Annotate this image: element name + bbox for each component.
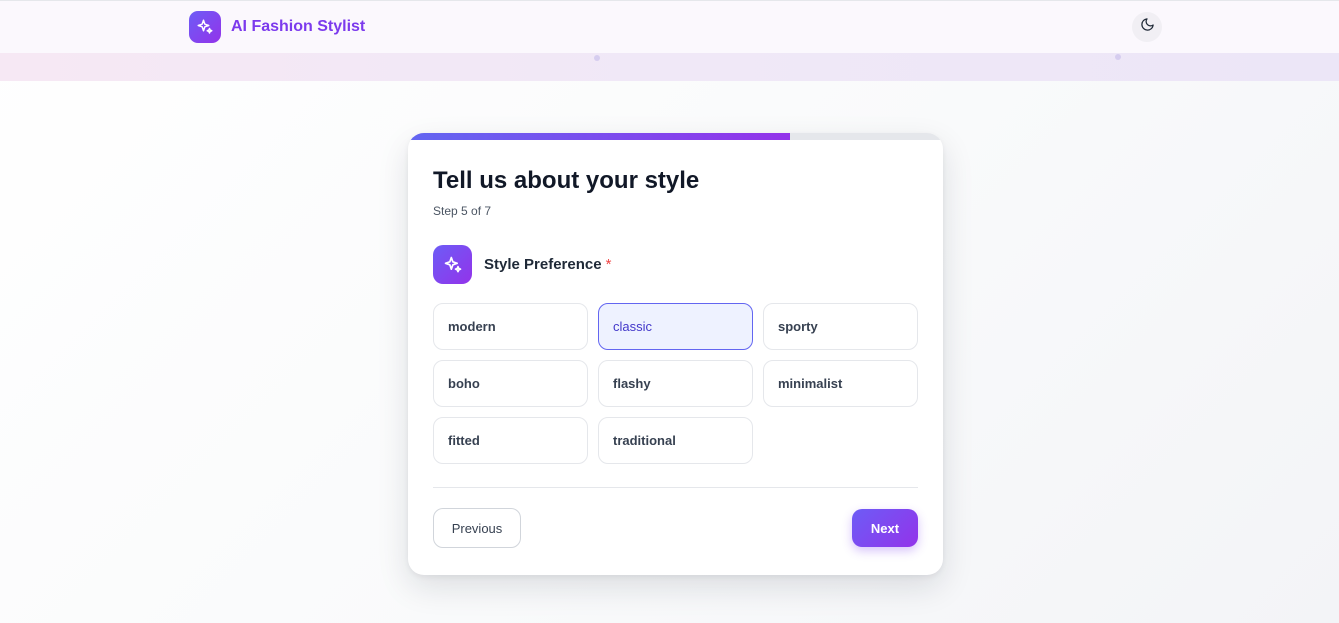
questionnaire-card: Tell us about your style Step 5 of 7 Sty…	[408, 133, 943, 575]
option-classic[interactable]: classic	[598, 303, 753, 350]
brand[interactable]: AI Fashion Stylist	[189, 11, 365, 43]
sparkles-icon	[433, 245, 472, 284]
option-modern[interactable]: modern	[433, 303, 588, 350]
question-label: Style Preference *	[484, 256, 611, 273]
page-title: Tell us about your style	[433, 167, 700, 194]
theme-toggle-button[interactable]	[1132, 12, 1162, 42]
divider	[433, 487, 918, 488]
option-boho[interactable]: boho	[433, 360, 588, 407]
progress-fill	[408, 133, 790, 140]
style-options: modern classic sporty boho flashy minima…	[433, 303, 918, 464]
required-marker: *	[605, 256, 612, 273]
decor-dot	[594, 55, 600, 61]
question-label-text: Style Preference	[484, 256, 602, 273]
option-traditional[interactable]: traditional	[598, 417, 753, 464]
previous-button[interactable]: Previous	[433, 508, 521, 548]
option-minimalist[interactable]: minimalist	[763, 360, 918, 407]
option-fitted[interactable]: fitted	[433, 417, 588, 464]
option-flashy[interactable]: flashy	[598, 360, 753, 407]
sparkles-icon	[189, 11, 221, 43]
step-indicator: Step 5 of 7	[433, 204, 492, 218]
question-header: Style Preference *	[433, 245, 611, 284]
moon-icon	[1140, 17, 1155, 37]
progress-bar	[408, 133, 943, 140]
decor-dot	[1115, 54, 1121, 60]
next-button[interactable]: Next	[852, 509, 918, 547]
header-band	[0, 53, 1339, 81]
option-sporty[interactable]: sporty	[763, 303, 918, 350]
top-navbar: AI Fashion Stylist	[0, 0, 1339, 53]
app-title: AI Fashion Stylist	[231, 18, 366, 35]
